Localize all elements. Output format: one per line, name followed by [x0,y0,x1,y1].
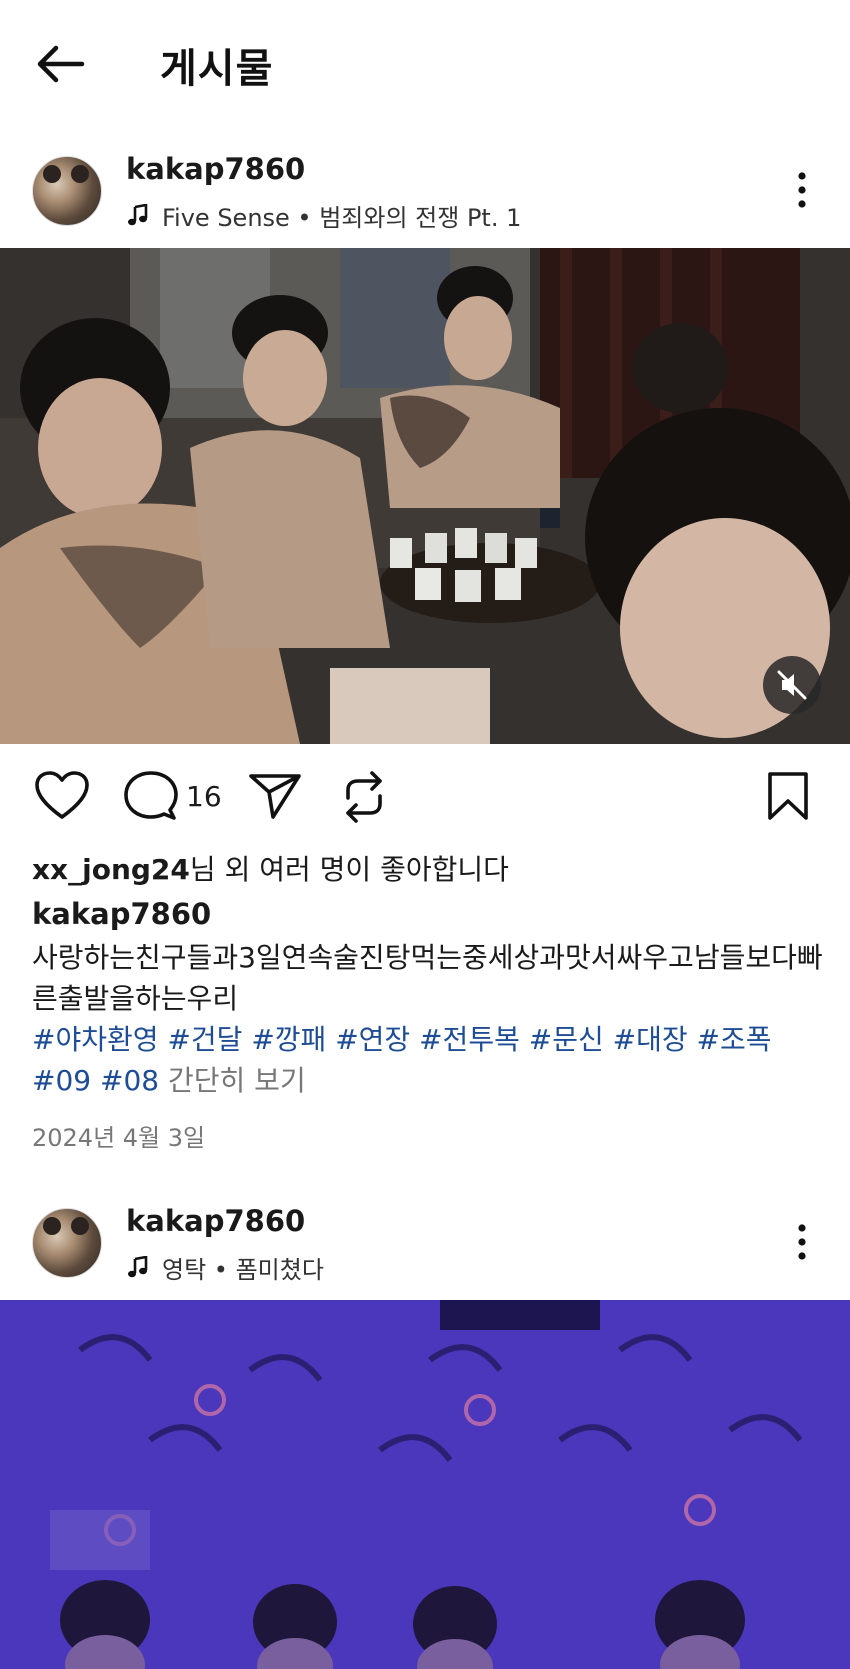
hashtag[interactable]: #문신 [529,1023,604,1056]
comment-button[interactable] [124,770,178,826]
music-note-icon [128,1255,148,1277]
comment-count[interactable]: 16 [186,780,222,813]
repost-button[interactable] [340,770,388,828]
bookmark-icon [768,772,808,820]
hashtag[interactable]: #연장 [335,1023,410,1056]
post-username[interactable]: kakap7860 [126,1204,305,1238]
share-button[interactable] [248,772,302,824]
more-vertical-icon [798,172,806,208]
more-options-button[interactable] [790,170,814,210]
more-vertical-icon [798,1224,806,1260]
hashtag[interactable]: #건달 [167,1023,242,1056]
mute-button[interactable] [763,656,821,714]
hashtag[interactable]: #08 [100,1064,159,1097]
hashtag[interactable]: #야차환영 [32,1023,159,1056]
avatar[interactable] [32,156,102,226]
show-less-link[interactable]: 간단히 보기 [168,1064,306,1097]
speaker-muted-icon [777,670,807,700]
hashtags: #야차환영 #건달 #깡패 #연장 #전투복 #문신 #대장 #조폭 #09 #… [32,1019,832,1101]
likes-suffix: 님 외 여러 명이 좋아합니다 [189,853,509,886]
music-text: Five Sense • 범죄와의 전쟁 Pt. 1 [162,204,522,232]
likes-summary[interactable]: xx_jong24님 외 여러 명이 좋아합니다 [32,848,509,888]
post-date: 2024년 4월 3일 [32,1124,206,1152]
music-attribution[interactable]: 영탁 • 폼미쳤다 [126,1250,324,1285]
arrow-left-icon [37,45,85,83]
hashtag[interactable]: #조폭 [697,1023,772,1056]
back-button[interactable] [30,38,90,90]
page-title: 게시물 [160,46,274,92]
photo-image [0,248,850,744]
post-photo[interactable] [0,248,850,744]
caption-text: 사랑하는친구들과3일연속술진탕먹는중세상과맛서싸우고남들보다빠른출발을하는우리 [32,941,823,1015]
send-icon [249,774,301,819]
comment-icon [124,771,178,820]
post-username[interactable]: kakap7860 [126,152,305,186]
photo-image [0,1300,850,1669]
likes-username[interactable]: xx_jong24 [32,853,190,886]
music-attribution[interactable]: Five Sense • 범죄와의 전쟁 Pt. 1 [126,198,521,233]
like-button[interactable] [34,770,90,826]
more-options-button[interactable] [790,1222,814,1262]
music-text: 영탁 • 폼미쳤다 [162,1256,324,1284]
repost-icon [346,771,382,823]
hashtag[interactable]: #전투복 [419,1023,520,1056]
post-photo[interactable] [0,1300,850,1669]
hashtag[interactable]: #09 [32,1064,91,1097]
music-note-icon [128,203,148,225]
hashtag[interactable]: #대장 [613,1023,688,1056]
caption-username[interactable]: kakap7860 [32,897,211,931]
save-button[interactable] [766,770,810,826]
hashtag[interactable]: #깡패 [251,1023,326,1056]
heart-icon [35,771,89,819]
post-header: kakap7860 Five Sense • 범죄와의 전쟁 Pt. 1 [0,146,850,242]
avatar[interactable] [32,1208,102,1278]
top-bar: 게시물 [0,0,850,128]
post-header: kakap7860 영탁 • 폼미쳤다 [0,1198,850,1294]
